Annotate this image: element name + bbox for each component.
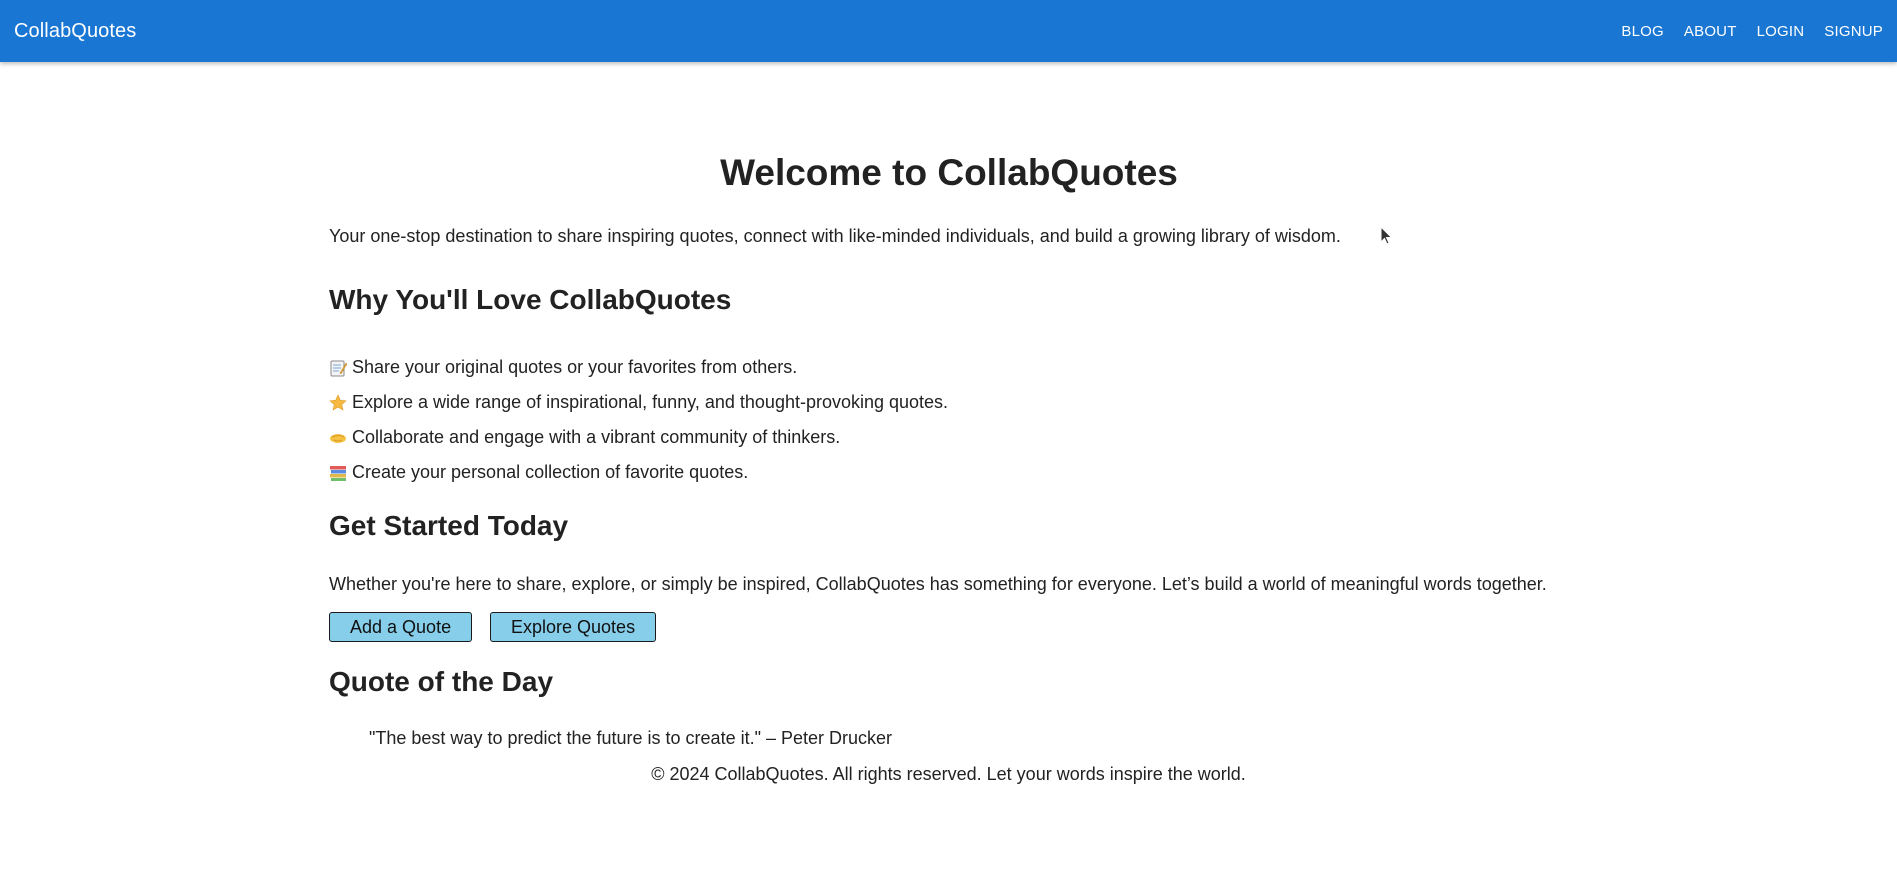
feature-text: Create your personal collection of favor… bbox=[352, 462, 749, 482]
nav-about[interactable]: ABOUT bbox=[1684, 23, 1737, 40]
footer-text: © 2024 CollabQuotes. All rights reserved… bbox=[651, 764, 1246, 784]
feature-item: Explore a wide range of inspirational, f… bbox=[329, 385, 948, 420]
nav-signup[interactable]: SIGNUP bbox=[1824, 23, 1883, 40]
feature-list: Share your original quotes or your favor… bbox=[329, 350, 948, 490]
memo-icon bbox=[329, 359, 348, 377]
why-heading: Why You'll Love CollabQuotes bbox=[329, 284, 732, 315]
feature-item: Create your personal collection of favor… bbox=[329, 455, 948, 490]
books-icon bbox=[329, 464, 347, 482]
add-quote-button[interactable]: Add a Quote bbox=[329, 612, 473, 642]
brand-logo[interactable]: CollabQuotes bbox=[14, 20, 136, 43]
app-bar: CollabQuotes BLOG ABOUT LOGIN SIGNUP bbox=[0, 0, 1897, 62]
tagline: Your one-stop destination to share inspi… bbox=[329, 226, 1341, 246]
handshake-icon bbox=[329, 429, 347, 447]
feature-text: Collaborate and engage with a vibrant co… bbox=[352, 427, 841, 447]
get-started-heading: Get Started Today bbox=[329, 510, 569, 541]
explore-quotes-button[interactable]: Explore Quotes bbox=[490, 612, 657, 642]
get-started-text: Whether you're here to share, explore, o… bbox=[329, 574, 1547, 594]
feature-text: Explore a wide range of inspirational, f… bbox=[352, 392, 949, 412]
footer: © 2024 CollabQuotes. All rights reserved… bbox=[0, 764, 1897, 785]
feature-item: Share your original quotes or your favor… bbox=[329, 350, 948, 385]
main-nav: BLOG ABOUT LOGIN SIGNUP bbox=[1601, 23, 1883, 40]
quote-of-the-day: "The best way to predict the future is t… bbox=[369, 728, 893, 748]
qotd-heading: Quote of the Day bbox=[329, 666, 554, 697]
nav-login[interactable]: LOGIN bbox=[1757, 23, 1805, 40]
star-icon bbox=[329, 393, 347, 412]
mouse-cursor-icon bbox=[1380, 225, 1394, 246]
feature-text: Share your original quotes or your favor… bbox=[352, 357, 798, 377]
feature-item: Collaborate and engage with a vibrant co… bbox=[329, 420, 948, 455]
page-title: Welcome to CollabQuotes bbox=[720, 152, 1178, 193]
nav-blog[interactable]: BLOG bbox=[1621, 23, 1663, 40]
